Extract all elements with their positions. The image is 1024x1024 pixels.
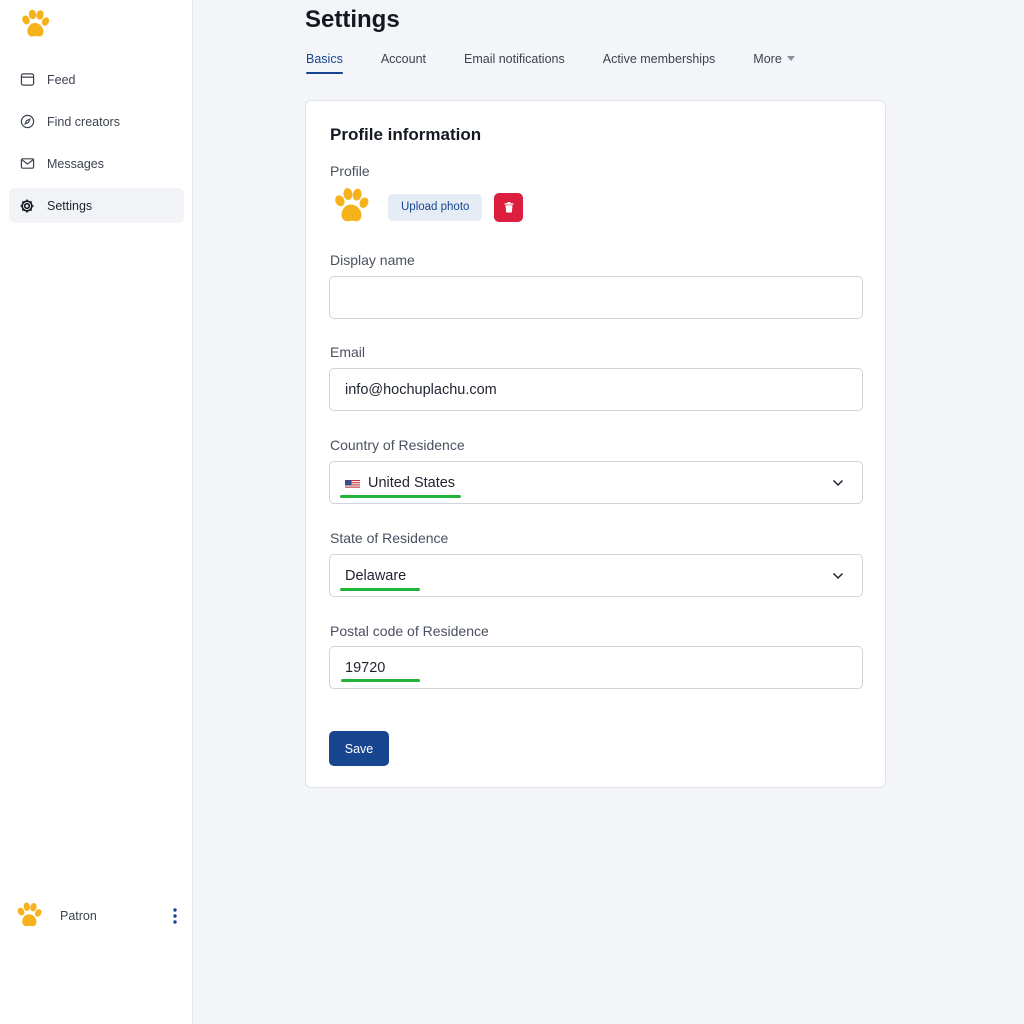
- sidebar-item-label: Find creators: [47, 114, 120, 129]
- tab-label: Active memberships: [602, 52, 716, 66]
- us-flag-icon: [345, 478, 360, 488]
- settings-tabs: Basics Account Email notifications Activ…: [306, 50, 833, 78]
- paw-icon: [330, 186, 372, 228]
- card-title: Profile information: [330, 125, 482, 144]
- caret-down-icon: [786, 56, 795, 61]
- tab-basics[interactable]: Basics: [306, 50, 343, 74]
- postal-label: Postal code of Residence: [330, 623, 489, 639]
- paw-icon[interactable]: [18, 8, 52, 42]
- paw-icon: [17, 902, 42, 927]
- sidebar-item-label: Settings: [47, 198, 93, 213]
- chevron-down-icon: [832, 479, 844, 487]
- user-name: Patron: [60, 909, 97, 923]
- sidebar-nav: Feed Find creators Messages Settings: [9, 62, 184, 230]
- gear-icon: [19, 198, 35, 214]
- sidebar-item-settings[interactable]: Settings: [9, 188, 184, 223]
- mail-icon: [19, 156, 35, 172]
- page-title: Settings: [305, 6, 400, 33]
- sidebar-item-find-creators[interactable]: Find creators: [9, 104, 184, 139]
- sidebar-item-label: Messages: [47, 156, 104, 171]
- sidebar-item-messages[interactable]: Messages: [9, 146, 184, 181]
- postal-value: 19720: [345, 659, 386, 676]
- sidebar-item-feed[interactable]: Feed: [9, 62, 184, 97]
- email-label: Email: [330, 344, 366, 360]
- display-name-field[interactable]: [329, 276, 863, 319]
- trash-icon: [504, 201, 514, 212]
- state-label: State of Residence: [330, 530, 449, 546]
- avatar: [14, 901, 44, 931]
- country-label: Country of Residence: [330, 437, 465, 453]
- sidebar: Feed Find creators Messages Settings Pat…: [0, 0, 193, 1024]
- chevron-down-icon: [832, 572, 844, 580]
- compass-icon: [19, 114, 35, 130]
- profile-information-card: Profile information Profile Upload photo…: [305, 100, 886, 788]
- highlight-underline: [340, 495, 461, 498]
- tab-label: Basics: [306, 52, 343, 66]
- email-field[interactable]: info@hochuplachu.com: [329, 368, 863, 411]
- state-value: Delaware: [345, 567, 407, 584]
- upload-photo-button[interactable]: Upload photo: [388, 193, 483, 221]
- tab-account[interactable]: Account: [381, 50, 426, 74]
- tab-more[interactable]: More: [753, 50, 795, 74]
- country-value: United States: [368, 474, 456, 491]
- user-menu[interactable]: Patron: [14, 898, 182, 934]
- profile-label: Profile: [330, 163, 370, 179]
- tab-label: Email notifications: [464, 52, 565, 66]
- save-button[interactable]: Save: [329, 731, 389, 766]
- kebab-icon[interactable]: [168, 906, 182, 926]
- email-value: info@hochuplachu.com: [345, 381, 497, 398]
- tab-label: Account: [380, 52, 426, 66]
- delete-photo-button[interactable]: [494, 192, 524, 222]
- feed-icon: [19, 72, 35, 88]
- tab-active-memberships[interactable]: Active memberships: [603, 50, 716, 74]
- highlight-underline: [340, 588, 420, 591]
- tab-label: More: [753, 52, 782, 66]
- profile-row: Upload photo: [330, 185, 524, 229]
- display-name-label: Display name: [330, 252, 415, 268]
- highlight-underline: [341, 679, 420, 682]
- sidebar-item-label: Feed: [47, 72, 76, 87]
- tab-email-notifications[interactable]: Email notifications: [464, 50, 565, 74]
- postal-code-field[interactable]: 19720: [329, 646, 863, 689]
